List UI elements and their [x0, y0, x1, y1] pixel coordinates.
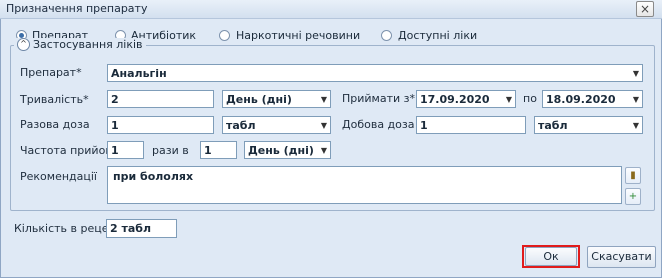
drug-select-value: Анальгін [111, 67, 167, 80]
dropdown-arrow-icon: ▼ [632, 95, 639, 104]
dropdown-arrow-icon: ▼ [632, 121, 639, 130]
to-label: по [523, 92, 537, 105]
ok-button[interactable]: Ок [525, 247, 577, 266]
times-per-unit-value: День (дні) [248, 144, 314, 157]
drug-select[interactable]: Анальгін ▼ [107, 64, 643, 82]
daily-dose-input[interactable]: 1 [416, 116, 526, 134]
duration-input[interactable]: 2 [107, 90, 214, 108]
single-dose-unit-select[interactable]: табл ▼ [222, 116, 331, 134]
dropdown-arrow-icon: ▼ [320, 146, 327, 155]
take-from-label: Приймати з* [342, 92, 415, 105]
dropdown-arrow-icon: ▼ [505, 95, 512, 104]
recipe-quantity-input[interactable]: 2 табл [106, 219, 177, 238]
frequency-label: Частота прийому [20, 144, 121, 157]
close-icon[interactable]: × [636, 1, 654, 17]
cancel-button[interactable]: Скасувати [587, 246, 656, 268]
to-date[interactable]: 18.09.2020 ▼ [542, 90, 643, 108]
collapse-chevron-icon[interactable]: ^ [17, 38, 30, 51]
drug-label: Препарат* [20, 66, 82, 79]
group-header[interactable]: ^ Застосування ліків [14, 38, 146, 51]
radio-available[interactable] [381, 30, 392, 41]
times-per-input[interactable]: 1 [200, 141, 237, 159]
radio-narcotics[interactable] [219, 30, 230, 41]
add-template-icon[interactable]: + [625, 188, 641, 205]
single-dose-input[interactable]: 1 [107, 116, 214, 134]
take-from-date[interactable]: 17.09.2020 ▼ [416, 90, 516, 108]
duration-unit-value: День (дні) [226, 93, 292, 106]
single-dose-label: Разова доза [20, 118, 90, 131]
frequency-input[interactable]: 1 [107, 141, 144, 159]
duration-unit-select[interactable]: День (дні) ▼ [222, 90, 331, 108]
window-title: Призначення препарату [6, 2, 148, 15]
daily-dose-label: Добова доза [342, 118, 415, 131]
dropdown-arrow-icon: ▼ [320, 95, 327, 104]
daily-dose-unit-select[interactable]: табл ▼ [534, 116, 643, 134]
duration-label: Тривалість* [20, 93, 89, 106]
dropdown-arrow-icon: ▼ [632, 69, 639, 78]
radio-available-label: Доступні ліки [398, 29, 478, 42]
times-per-unit-select[interactable]: День (дні) ▼ [244, 141, 331, 159]
daily-dose-unit-value: табл [538, 119, 568, 132]
recommendations-label: Рекомендації [20, 170, 97, 183]
group-title: Застосування ліків [33, 38, 143, 51]
dropdown-arrow-icon: ▼ [320, 121, 327, 130]
to-date-value: 18.09.2020 [546, 93, 616, 106]
template-book-icon[interactable]: ▮ [625, 167, 641, 184]
single-dose-unit-value: табл [226, 119, 256, 132]
radio-narcotics-label: Наркотичні речовини [236, 29, 361, 42]
take-from-value: 17.09.2020 [420, 93, 490, 106]
recommendations-textarea[interactable]: при бололях [107, 166, 622, 204]
times-per-label: рази в [152, 144, 189, 157]
recommendations-text: при бололях [113, 170, 194, 183]
